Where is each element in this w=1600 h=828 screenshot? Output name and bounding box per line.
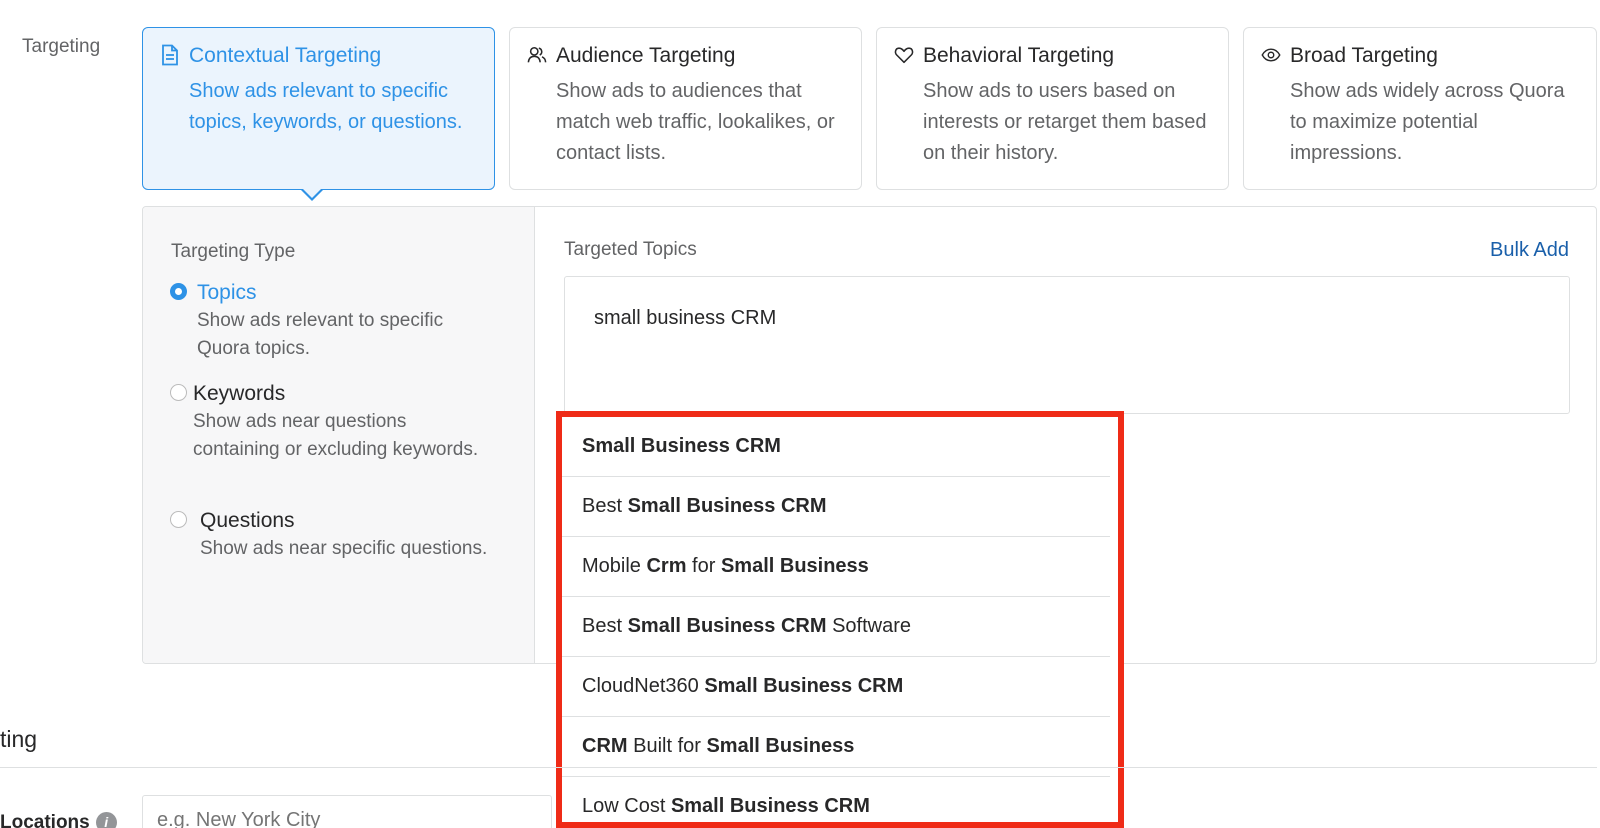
suggestion-match-text: Small Business xyxy=(720,555,869,577)
eye-icon xyxy=(1261,48,1281,62)
suggestion-text: Best xyxy=(582,495,628,517)
card-title: Contextual Targeting xyxy=(189,44,382,67)
topic-suggestions-dropdown: Small Business CRM Best Small Business CR… xyxy=(556,411,1124,828)
suggestion-text: Software xyxy=(826,615,912,637)
suggestion-match-text: Small Business CRM xyxy=(627,495,827,517)
info-icon[interactable]: i xyxy=(95,812,117,828)
contextual-targeting-card[interactable]: Contextual Targeting Show ads relevant t… xyxy=(142,27,495,190)
suggestion-item[interactable]: Best Small Business CRM Software xyxy=(562,597,1110,657)
suggestion-item[interactable]: Mobile Crm for Small Business xyxy=(562,537,1110,597)
suggestion-item[interactable]: Small Business CRM xyxy=(562,417,1110,477)
suggestion-item[interactable]: Low Cost Small Business CRM xyxy=(562,777,1110,828)
suggestion-match-text: Small Business CRM xyxy=(582,435,781,457)
suggestion-text: Mobile xyxy=(582,555,647,577)
card-title: Audience Targeting xyxy=(556,44,736,67)
active-card-pointer-fill xyxy=(302,188,322,198)
targeting-type-heading: Targeting Type xyxy=(171,241,296,262)
topic-search-input[interactable]: small business CRM xyxy=(564,276,1570,414)
suggestion-match-text: Small Business xyxy=(706,735,855,757)
broad-targeting-card[interactable]: Broad Targeting Show ads widely across Q… xyxy=(1243,27,1597,190)
locations-label-text: Locations xyxy=(0,812,90,828)
suggestion-text: for xyxy=(686,555,721,577)
targeting-label: Targeting xyxy=(22,36,101,57)
radio-description: Show ads near questions containing or ex… xyxy=(193,411,479,460)
radio-label[interactable]: Keywords xyxy=(193,382,285,406)
people-icon xyxy=(527,46,547,63)
card-description: Show ads relevant to specific topics, ke… xyxy=(189,80,463,133)
locations-input[interactable] xyxy=(142,795,552,828)
suggestion-match-text: Small Business CRM xyxy=(670,795,870,817)
card-description: Show ads widely across Quora to maximize… xyxy=(1290,80,1565,164)
suggestion-text: Low Cost xyxy=(582,795,671,817)
suggestion-text: CloudNet360 xyxy=(582,675,705,697)
keywords-radio[interactable] xyxy=(170,384,187,401)
bulk-add-link[interactable]: Bulk Add xyxy=(1490,239,1569,262)
radio-label[interactable]: Questions xyxy=(200,509,295,533)
behavioral-targeting-card[interactable]: Behavioral Targeting Show ads to users b… xyxy=(876,27,1229,190)
section-divider xyxy=(0,767,1597,768)
targeting-type-pane: Targeting Type Topics Show ads relevant … xyxy=(143,207,535,663)
suggestion-text: Best xyxy=(582,615,628,637)
heart-icon xyxy=(894,47,914,64)
card-title: Broad Targeting xyxy=(1290,44,1438,67)
radio-description: Show ads relevant to specific Quora topi… xyxy=(197,310,444,359)
audience-targeting-card[interactable]: Audience Targeting Show ads to audiences… xyxy=(509,27,862,190)
suggestion-item[interactable]: CRM Built for Small Business xyxy=(562,717,1110,777)
suggestion-match-text: Small Business CRM xyxy=(704,675,904,697)
suggestion-match-text: Small Business CRM xyxy=(627,615,827,637)
suggestion-match-text: CRM xyxy=(582,735,628,757)
questions-radio[interactable] xyxy=(170,511,187,528)
document-icon xyxy=(162,44,178,66)
suggestion-item[interactable]: Best Small Business CRM xyxy=(562,477,1110,537)
targeted-topics-heading: Targeted Topics xyxy=(564,239,697,260)
card-title: Behavioral Targeting xyxy=(923,44,1115,67)
locations-label: Locations i xyxy=(0,812,117,828)
card-description: Show ads to audiences that match web tra… xyxy=(556,80,835,164)
topics-radio[interactable] xyxy=(170,283,187,300)
location-section-title: ting xyxy=(0,726,38,752)
suggestion-text: Built for xyxy=(627,735,707,757)
card-description: Show ads to users based on interests or … xyxy=(923,80,1207,164)
suggestion-match-text: Crm xyxy=(646,555,687,577)
suggestion-item[interactable]: CloudNet360 Small Business CRM xyxy=(562,657,1110,717)
radio-label[interactable]: Topics xyxy=(197,281,257,305)
radio-description: Show ads near specific questions. xyxy=(200,538,488,559)
